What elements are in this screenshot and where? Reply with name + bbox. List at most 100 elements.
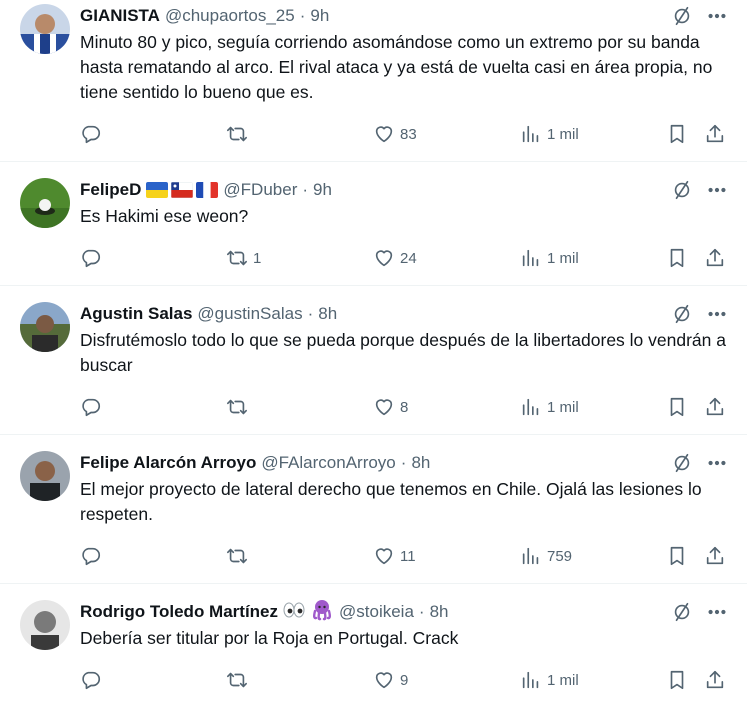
repost-icon [227,126,247,142]
action-bar: 83 1 mil [0,121,747,147]
grok-icon[interactable] [669,301,695,327]
grok-icon[interactable] [669,599,695,625]
display-name[interactable]: Rodrigo Toledo Martínez [80,602,278,622]
bookmark-button[interactable] [666,543,688,569]
grok-icon[interactable] [669,177,695,203]
display-name[interactable]: Agustin Salas [80,304,192,324]
more-options-icon[interactable] [704,177,730,203]
avatar[interactable] [20,178,70,228]
reply-button[interactable] [80,121,107,147]
view-count: 1 mil [547,398,579,416]
grok-icon[interactable] [669,450,695,476]
tweet-text: El mejor proyecto de lateral derecho que… [80,479,702,524]
views-button[interactable]: 1 mil [520,245,579,271]
reply-button[interactable] [80,245,107,271]
bookmark-icon [670,546,684,566]
bookmark-icon [670,670,684,690]
tweet-felipe-alarcon[interactable]: Felipe Alarcón Arroyo @FAlarconArroyo · … [0,447,747,584]
more-options-icon[interactable] [704,3,730,29]
separator-dot: · [400,453,407,472]
tweet-text: Disfrutémoslo todo lo que se pueda porqu… [80,330,726,375]
separator-dot: · [307,304,314,323]
user-handle[interactable]: @gustinSalas [197,304,302,324]
user-handle[interactable]: @stoikeia [339,602,414,622]
tweet-rodrigo-toledo[interactable]: Rodrigo Toledo Martínez @stoikeia · 8h D… [0,596,747,701]
reply-button[interactable] [80,394,107,420]
view-count: 759 [547,547,573,565]
more-options-icon[interactable] [704,450,730,476]
repost-button[interactable] [226,667,253,693]
action-bar: 8 1 mil [0,394,747,420]
tweet-feliped[interactable]: FelipeD @FDuber · 9h Es Hakimi ese weon?… [0,174,747,286]
display-name[interactable]: GIANISTA [80,6,160,26]
share-button[interactable] [704,667,726,693]
user-handle[interactable]: @chupaortos_25 [165,6,295,26]
analytics-icon [522,249,539,267]
separator-dot: · [302,180,309,199]
user-handle[interactable]: @FDuber [223,180,297,200]
display-name[interactable]: FelipeD [80,180,141,200]
avatar[interactable] [20,451,70,501]
reply-button[interactable] [80,543,107,569]
heart-icon [375,548,393,565]
bookmark-icon [670,397,684,417]
avatar[interactable] [20,4,70,54]
action-bar: 1 24 1 mil [0,245,747,271]
like-count: 83 [400,125,417,143]
display-name[interactable]: Felipe Alarcón Arroyo [80,453,256,473]
heart-icon [375,672,393,689]
like-button[interactable]: 11 [373,543,416,569]
tweet-agustin-salas[interactable]: Agustin Salas @gustinSalas · 8h Disfruté… [0,298,747,435]
views-button[interactable]: 1 mil [520,667,579,693]
reply-button[interactable] [80,667,107,693]
repost-button[interactable] [226,543,253,569]
more-options-icon[interactable] [704,301,730,327]
analytics-icon [522,125,539,143]
like-button[interactable]: 83 [373,121,417,147]
bookmark-button[interactable] [666,394,688,420]
views-button[interactable]: 1 mil [520,394,579,420]
repost-button[interactable] [226,121,253,147]
action-bar: 9 1 mil [0,667,747,693]
avatar[interactable] [20,600,70,650]
bookmark-button[interactable] [666,121,688,147]
timestamp[interactable]: 9h [313,180,332,200]
repost-button[interactable]: 1 [226,245,261,271]
view-count: 1 mil [547,671,579,689]
tweet-header: Rodrigo Toledo Martínez @stoikeia · 8h [80,599,449,625]
reply-icon [82,125,101,144]
like-button[interactable]: 9 [373,667,408,693]
bookmark-button[interactable] [666,667,688,693]
repost-count: 1 [253,249,262,267]
more-options-icon[interactable] [704,599,730,625]
repost-icon [227,548,247,564]
share-button[interactable] [704,245,726,271]
like-button[interactable]: 8 [373,394,408,420]
like-count: 24 [400,249,417,267]
share-button[interactable] [704,543,726,569]
avatar[interactable] [20,302,70,352]
views-button[interactable]: 1 mil [520,121,579,147]
timestamp[interactable]: 8h [430,602,449,622]
grok-icon[interactable] [669,3,695,29]
like-button[interactable]: 24 [373,245,417,271]
analytics-icon [522,398,539,416]
heart-icon [375,250,393,267]
timestamp[interactable]: 8h [411,453,430,473]
tweet-header: FelipeD @FDuber · 9h [80,177,332,203]
separator-dot: · [418,602,425,621]
tweet-gianista[interactable]: GIANISTA @chupaortos_25 · 9h Minuto 80 y… [0,0,747,162]
repost-button[interactable] [226,394,253,420]
tweet-text: Minuto 80 y pico, seguía corriendo asomá… [80,32,713,102]
timestamp[interactable]: 9h [310,6,329,26]
share-button[interactable] [704,121,726,147]
view-count: 1 mil [547,125,579,143]
user-handle[interactable]: @FAlarconArroyo [261,453,395,473]
reply-icon [82,671,101,690]
bookmark-button[interactable] [666,245,688,271]
views-button[interactable]: 759 [520,543,572,569]
share-button[interactable] [704,394,726,420]
timestamp[interactable]: 8h [318,304,337,324]
ukraine-flag-icon [146,182,169,198]
eyes-emoji-icon [282,601,306,624]
